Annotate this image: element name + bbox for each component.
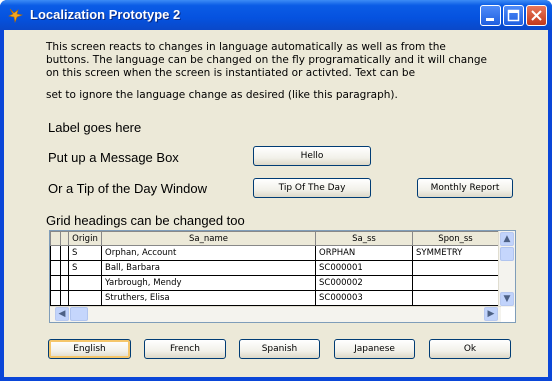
table-row[interactable]: Yarbrough, Mendy SC000002 — [50, 275, 499, 291]
grid-headings-label: Grid headings can be changed too — [46, 213, 245, 228]
label-goes-here: Label goes here — [48, 120, 142, 135]
vertical-scrollbar[interactable]: ▲ ▼ — [498, 231, 515, 307]
scroll-up-button[interactable]: ▲ — [500, 232, 514, 246]
hello-button[interactable]: Hello — [253, 146, 371, 166]
close-icon — [531, 10, 542, 21]
grid-header-sa-ss[interactable]: Sa_ss — [315, 231, 413, 246]
cell-origin[interactable]: S — [68, 245, 102, 261]
title-bar[interactable]: Localization Prototype 2 — [0, 0, 552, 30]
client-area — [4, 30, 548, 377]
row-selector[interactable] — [50, 245, 61, 261]
cell-spon-ss[interactable] — [412, 275, 499, 291]
row-indicator — [60, 260, 69, 276]
table-row[interactable]: S Orphan, Account ORPHAN SYMMETRY — [50, 245, 499, 261]
chevron-right-icon: ▶ — [487, 309, 495, 319]
row-selector[interactable] — [50, 290, 61, 306]
chevron-down-icon: ▼ — [503, 294, 511, 304]
cell-sa-name[interactable]: Orphan, Account — [101, 245, 316, 261]
english-button[interactable]: English — [48, 339, 131, 359]
vertical-scroll-thumb[interactable] — [500, 247, 514, 261]
maximize-icon — [507, 9, 520, 22]
chevron-up-icon: ▲ — [503, 234, 511, 244]
message-box-label: Put up a Message Box — [48, 150, 179, 165]
grid-header-row: Origin Sa_name Sa_ss Spon_ss — [50, 231, 499, 246]
cell-sa-ss[interactable]: ORPHAN — [315, 245, 413, 261]
cell-spon-ss[interactable] — [412, 290, 499, 306]
maximize-button[interactable] — [503, 5, 524, 26]
grid-header-spon-ss[interactable]: Spon_ss — [412, 231, 499, 246]
grid-table: Origin Sa_name Sa_ss Spon_ss S Orphan, A… — [50, 231, 499, 306]
intro-paragraph-2: set to ignore the language change as des… — [46, 89, 398, 101]
horizontal-scroll-thumb[interactable] — [70, 307, 88, 321]
french-button[interactable]: French — [144, 339, 226, 359]
cell-sa-name[interactable]: Struthers, Elisa — [101, 290, 316, 306]
row-selector[interactable] — [50, 260, 61, 276]
scroll-left-button[interactable]: ◀ — [55, 307, 69, 321]
scroll-down-button[interactable]: ▼ — [500, 292, 514, 306]
grid-indicator-header — [60, 231, 69, 246]
chevron-left-icon: ◀ — [58, 309, 66, 319]
row-indicator — [60, 275, 69, 291]
japanese-button[interactable]: Japanese — [334, 339, 415, 359]
fox-app-icon — [8, 8, 24, 23]
ok-button[interactable]: Ok — [429, 339, 511, 359]
minimize-icon — [486, 18, 494, 21]
monthly-report-button[interactable]: Monthly Report — [417, 178, 513, 198]
row-indicator — [60, 245, 69, 261]
cell-sa-ss[interactable]: SC000001 — [315, 260, 413, 276]
grid-header-sa-name[interactable]: Sa_name — [101, 231, 316, 246]
intro-paragraph: This screen reacts to changes in languag… — [46, 41, 487, 79]
table-row[interactable]: S Ball, Barbara SC000001 — [50, 260, 499, 276]
tip-of-the-day-button[interactable]: Tip Of The Day — [253, 178, 371, 198]
cell-sa-name[interactable]: Ball, Barbara — [101, 260, 316, 276]
window-title: Localization Prototype 2 — [30, 7, 181, 22]
cell-origin[interactable] — [68, 290, 102, 306]
row-indicator — [60, 290, 69, 306]
spanish-button[interactable]: Spanish — [239, 339, 320, 359]
table-row[interactable]: Struthers, Elisa SC000003 — [50, 290, 499, 306]
close-button[interactable] — [526, 5, 547, 26]
main-window: Localization Prototype 2 This screen rea… — [0, 0, 552, 381]
minimize-button[interactable] — [480, 5, 501, 26]
cell-sa-ss[interactable]: SC000002 — [315, 275, 413, 291]
cell-origin[interactable]: S — [68, 260, 102, 276]
grid-header-origin[interactable]: Origin — [68, 231, 102, 246]
cell-sa-name[interactable]: Yarbrough, Mendy — [101, 275, 316, 291]
cell-origin[interactable] — [68, 275, 102, 291]
row-selector[interactable] — [50, 275, 61, 291]
scroll-right-button[interactable]: ▶ — [484, 307, 498, 321]
tip-window-label: Or a Tip of the Day Window — [48, 181, 207, 196]
horizontal-scrollbar[interactable]: ◀ ▶ — [50, 306, 501, 322]
cell-spon-ss[interactable]: SYMMETRY — [412, 245, 499, 261]
cell-sa-ss[interactable]: SC000003 — [315, 290, 413, 306]
data-grid[interactable]: Origin Sa_name Sa_ss Spon_ss S Orphan, A… — [49, 230, 516, 323]
grid-corner — [50, 231, 61, 246]
cell-spon-ss[interactable] — [412, 260, 499, 276]
